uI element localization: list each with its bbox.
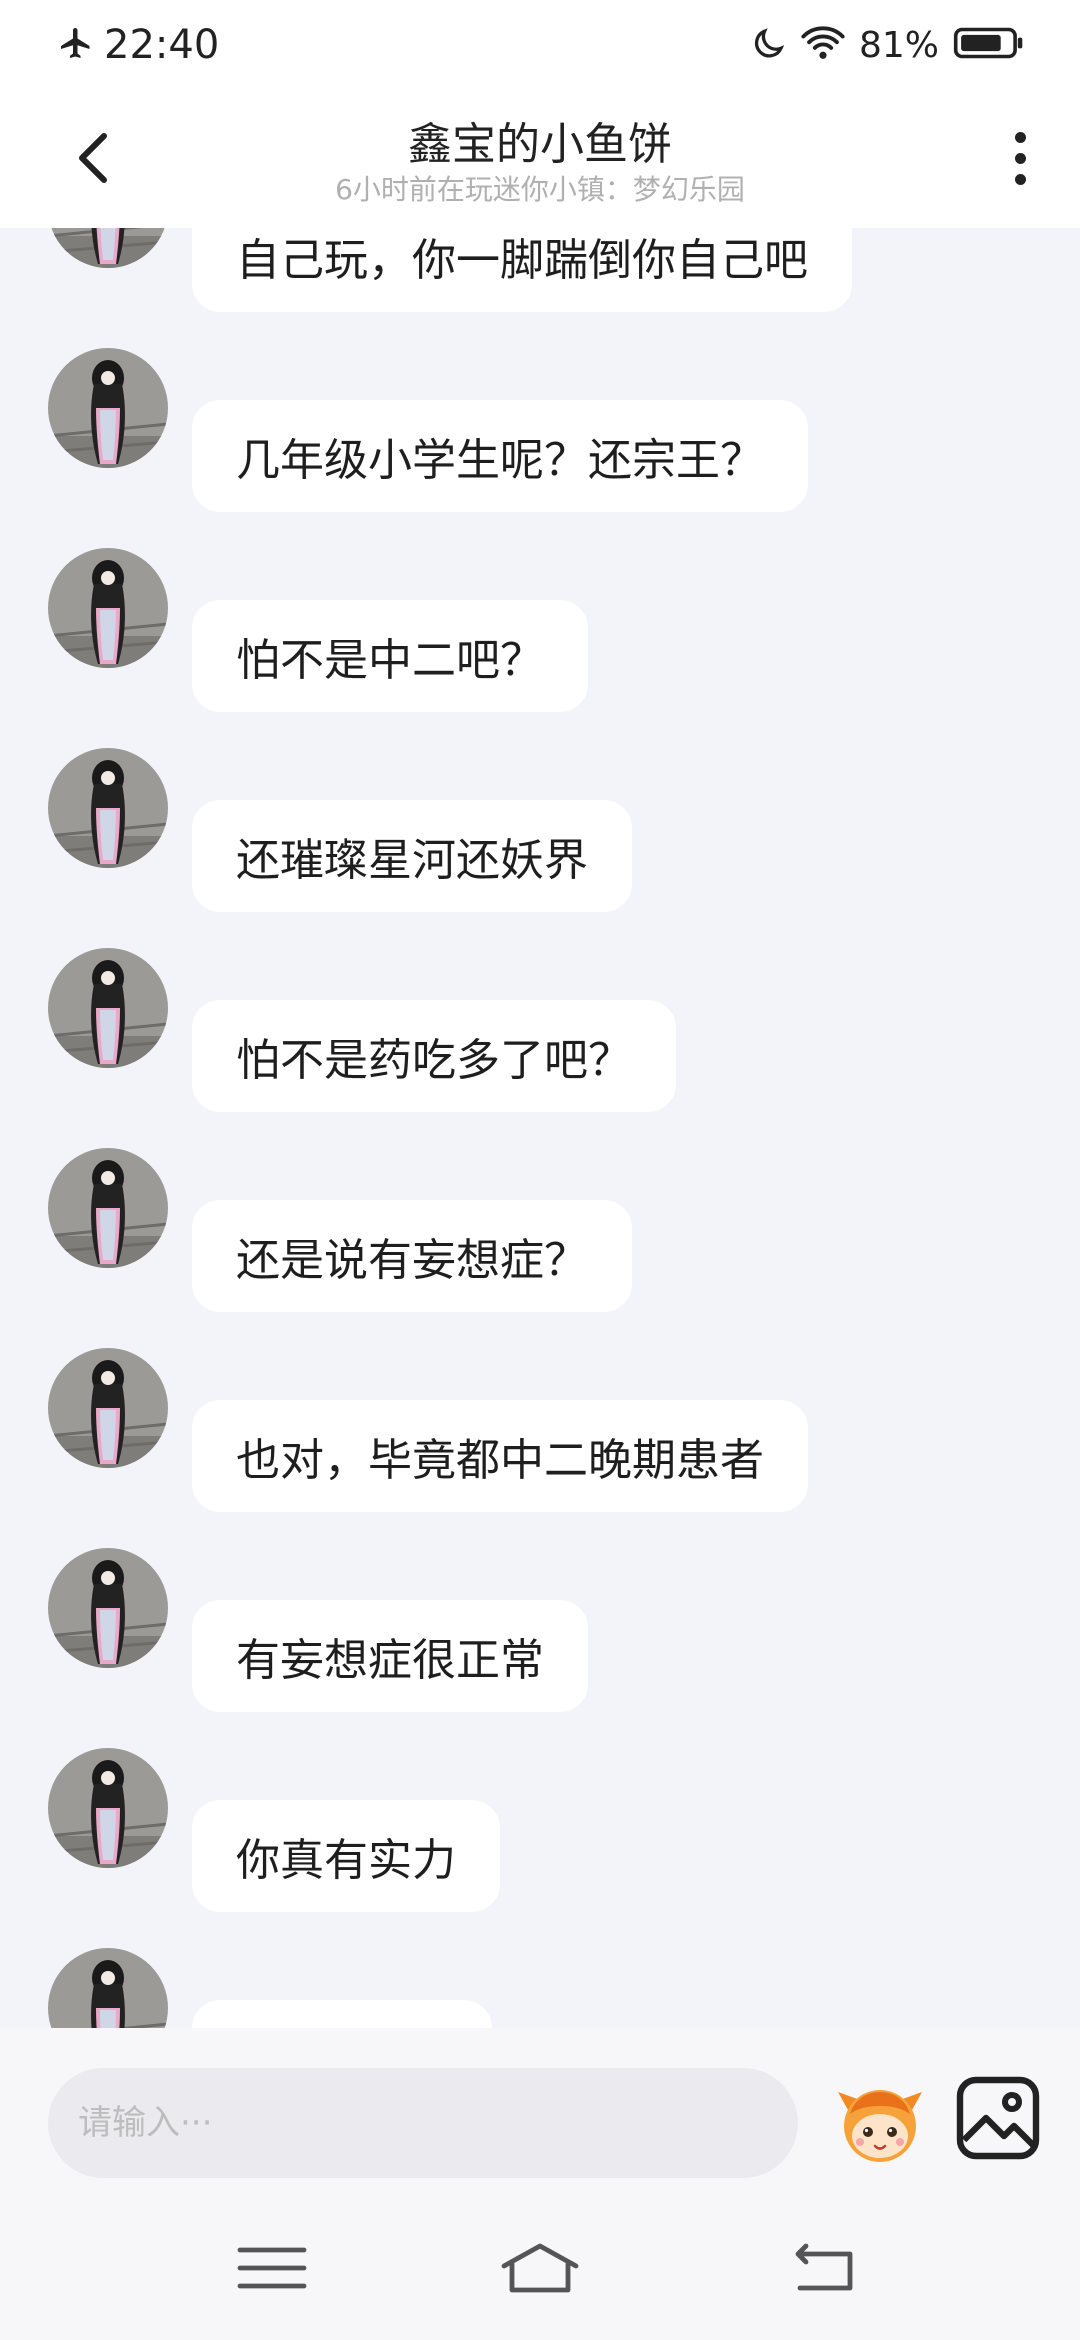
message-bubble[interactable]: 你真有实力 — [192, 1800, 500, 1912]
avatar[interactable] — [48, 1948, 168, 2028]
more-dot-icon — [1014, 152, 1026, 164]
avatar[interactable] — [48, 1348, 168, 1468]
moon-icon — [751, 25, 787, 65]
message-bubble[interactable] — [192, 2000, 492, 2028]
message-bubble[interactable]: 几年级小学生呢？还宗王？ — [192, 400, 808, 512]
message-bubble[interactable]: 自己玩，你一脚踹倒你自己吧 — [192, 228, 852, 312]
message-row: 几年级小学生呢？还宗王？ — [0, 348, 1080, 512]
chat-area[interactable]: 自己玩，你一脚踹倒你自己吧 几年级小学生呢？还宗王？ 怕不是中二吧？ 还璀璨星河… — [0, 228, 1080, 2028]
contact-name: 鑫宝的小鱼饼 — [408, 119, 672, 170]
wifi-icon — [801, 25, 845, 65]
more-options-button[interactable] — [1000, 118, 1040, 198]
status-right: 81% — [751, 18, 1025, 72]
message-bubble[interactable]: 还璀璨星河还妖界 — [192, 800, 632, 912]
input-bar — [0, 2028, 1080, 2188]
message-bubble[interactable]: 怕不是药吃多了吧？ — [192, 1000, 676, 1112]
home-nav-button[interactable] — [500, 2238, 580, 2298]
back-icon — [795, 2243, 853, 2291]
message-bubble[interactable]: 也对，毕竟都中二晚期患者 — [192, 1400, 808, 1512]
message-row — [0, 1948, 1080, 2028]
status-bar: 22:40 81% — [0, 0, 1080, 90]
avatar[interactable] — [48, 1748, 168, 1868]
message-row: 怕不是药吃多了吧？ — [0, 948, 1080, 1112]
more-dot-icon — [1014, 173, 1026, 185]
avatar[interactable] — [48, 348, 168, 468]
status-time: 22:40 — [104, 22, 220, 68]
message-input[interactable] — [48, 2068, 798, 2178]
emoji-mascot-icon — [838, 2090, 922, 2162]
message-bubble[interactable]: 还是说有妄想症？ — [192, 1200, 632, 1312]
message-row: 还璀璨星河还妖界 — [0, 748, 1080, 912]
message-row: 自己玩，你一脚踹倒你自己吧 — [0, 228, 1080, 312]
airplane-icon — [58, 25, 94, 65]
message-row: 还是说有妄想症？ — [0, 1148, 1080, 1312]
image-icon — [956, 2076, 1040, 2160]
message-row: 怕不是中二吧？ — [0, 548, 1080, 712]
emoji-button[interactable] — [830, 2070, 930, 2170]
system-nav-bar — [0, 2188, 1080, 2340]
menu-icon — [237, 2247, 307, 2289]
message-row: 有妄想症很正常 — [0, 1548, 1080, 1712]
image-button[interactable] — [952, 2072, 1044, 2164]
more-dot-icon — [1014, 131, 1026, 143]
avatar[interactable] — [48, 1548, 168, 1668]
message-bubble[interactable]: 有妄想症很正常 — [192, 1600, 588, 1712]
battery-percent: 81% — [858, 24, 939, 66]
avatar[interactable] — [48, 1148, 168, 1268]
home-icon — [501, 2243, 579, 2293]
avatar[interactable] — [48, 748, 168, 868]
menu-nav-button[interactable] — [232, 2238, 312, 2298]
message-row: 你真有实力 — [0, 1748, 1080, 1912]
chat-header: 鑫宝的小鱼饼 6小时前在玩迷你小镇：梦幻乐园 — [0, 90, 1080, 228]
battery-icon — [953, 25, 1025, 65]
avatar[interactable] — [48, 228, 168, 268]
avatar[interactable] — [48, 548, 168, 668]
message-bubble[interactable]: 怕不是中二吧？ — [192, 600, 588, 712]
back-nav-button[interactable] — [782, 2238, 862, 2298]
contact-status: 6小时前在玩迷你小镇：梦幻乐园 — [335, 173, 745, 206]
avatar[interactable] — [48, 948, 168, 1068]
message-row: 也对，毕竟都中二晚期患者 — [0, 1348, 1080, 1512]
status-left: 22:40 — [58, 18, 219, 72]
